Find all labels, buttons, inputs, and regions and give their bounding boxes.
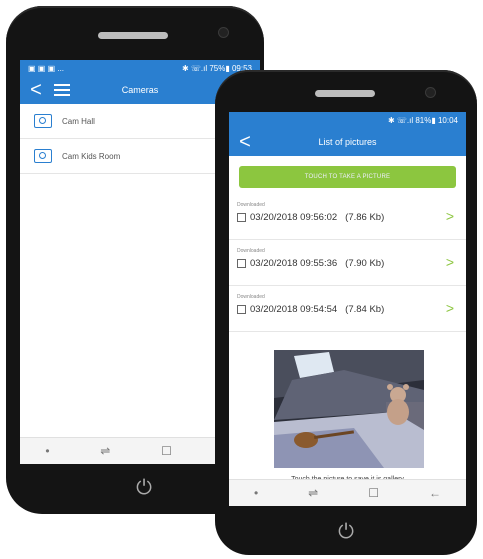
calendar-icon (237, 305, 246, 314)
download-status: Downloaded (237, 248, 265, 254)
download-status: Downloaded (237, 202, 265, 208)
picture-list-item[interactable]: Downloaded 03/20/2018 09:56:02 (7.86 Kb)… (229, 194, 466, 240)
front-camera (425, 87, 436, 98)
status-right: ✱ ☏.ıl 81%▮ 10:04 (387, 115, 458, 125)
page-title: List of pictures (318, 137, 377, 147)
download-status: Downloaded (237, 294, 265, 300)
calendar-icon (237, 213, 246, 222)
status-bar: ▣ ▣ ▣ ... ✱ ☏.ıl 75%▮ 09:53 (20, 60, 260, 76)
picture-list-item[interactable]: Downloaded 03/20/2018 09:54:54 (7.84 Kb)… (229, 286, 466, 332)
nav-back-icon[interactable]: ← (429, 486, 441, 500)
system-nav-bar: • ⇌ ☐ ← (229, 479, 466, 506)
front-camera (218, 27, 229, 38)
recent-apps-icon[interactable]: ⇌ (308, 486, 318, 500)
picture-size: (7.90 Kb) (345, 258, 385, 269)
picture-datetime: 03/20/2018 09:56:02 (250, 212, 338, 223)
nav-dot-icon[interactable]: • (45, 444, 49, 458)
camera-icon (34, 149, 52, 163)
speaker-grille (315, 90, 375, 97)
calendar-icon (237, 259, 246, 268)
power-icon[interactable]: ⏻ (132, 476, 156, 500)
chevron-right-icon[interactable]: > (446, 254, 454, 270)
camera-label: Cam Kids Room (62, 151, 121, 161)
status-left-icons: ▣ ▣ ▣ ... (28, 63, 65, 73)
nav-dot-icon[interactable]: • (254, 486, 258, 500)
status-bar: ✱ ☏.ıl 81%▮ 10:04 (229, 112, 466, 128)
camera-icon (34, 114, 52, 128)
picture-size: (7.86 Kb) (345, 212, 385, 223)
camera-label: Cam Hall (62, 116, 95, 126)
app-bar: < List of pictures (229, 128, 466, 156)
speaker-grille (98, 32, 168, 39)
picture-datetime: 03/20/2018 09:54:54 (250, 304, 338, 315)
home-icon[interactable]: ☐ (161, 444, 172, 458)
recent-apps-icon[interactable]: ⇌ (100, 444, 110, 458)
camera-preview-image[interactable] (274, 350, 424, 468)
picture-list-item[interactable]: Downloaded 03/20/2018 09:55:36 (7.90 Kb)… (229, 240, 466, 286)
picture-size: (7.84 Kb) (345, 304, 385, 315)
chevron-right-icon[interactable]: > (446, 300, 454, 316)
front-phone: ✱ ☏.ıl 81%▮ 10:04 < List of pictures TOU… (215, 70, 477, 555)
take-picture-button[interactable]: TOUCH TO TAKE A PICTURE (239, 166, 456, 188)
pictures-screen: ✱ ☏.ıl 81%▮ 10:04 < List of pictures TOU… (229, 112, 466, 506)
power-icon[interactable]: ⏻ (334, 520, 358, 544)
chevron-right-icon[interactable]: > (446, 208, 454, 224)
picture-datetime: 03/20/2018 09:55:36 (250, 258, 338, 269)
home-icon[interactable]: ☐ (368, 486, 379, 500)
